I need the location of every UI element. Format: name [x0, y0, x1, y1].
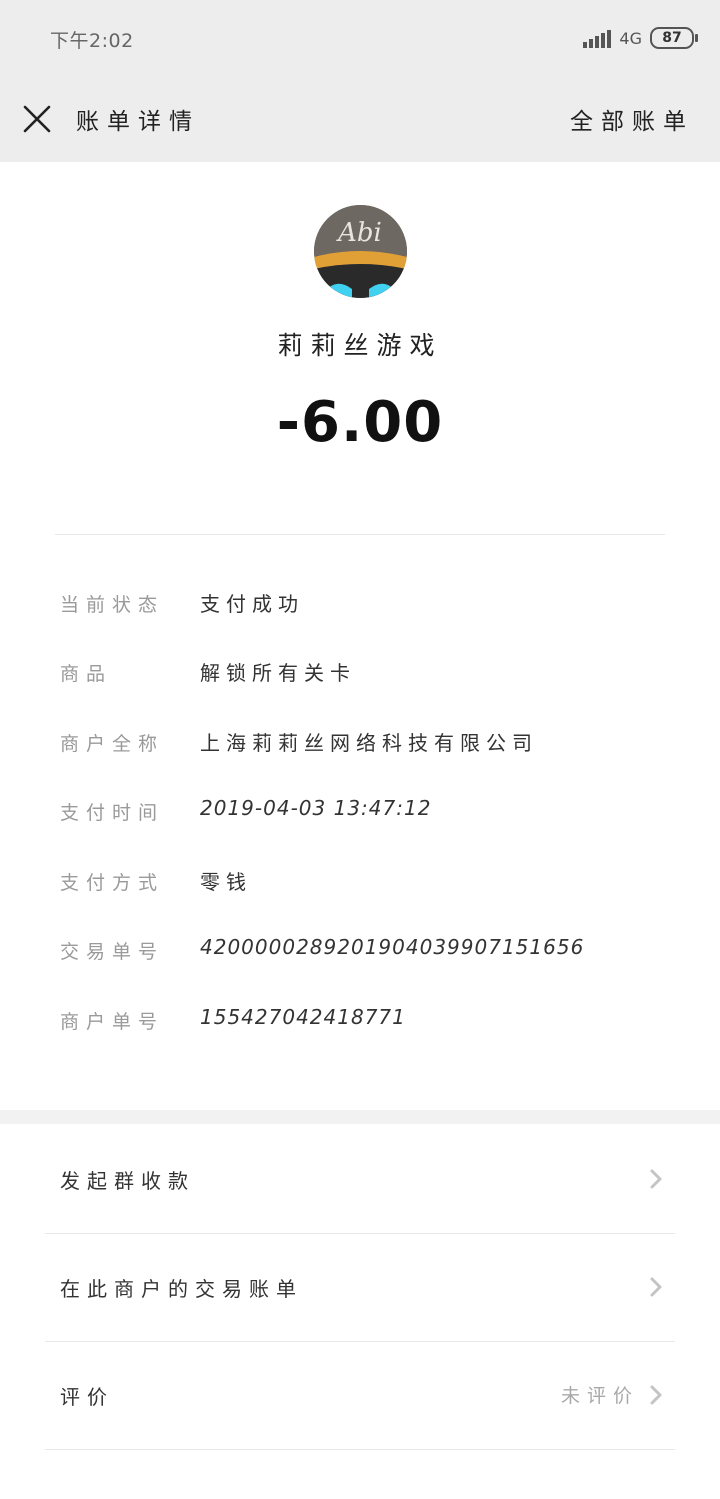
- rate-button[interactable]: 评价 未评价: [45, 1341, 675, 1450]
- detail-label: 支付时间: [60, 802, 165, 824]
- detail-value: 支付成功: [200, 592, 304, 616]
- avatar-logo-text: Abi: [336, 218, 382, 248]
- detail-value: 解锁所有关卡: [200, 661, 356, 685]
- chevron-right-icon: [650, 1277, 662, 1297]
- status-time: 下午2:02: [50, 30, 134, 52]
- detail-row-transaction-id: 交易单号 4200000289201904039907151656: [0, 929, 720, 969]
- detail-row-product: 商品 解锁所有关卡: [0, 651, 720, 691]
- detail-row-status: 当前状态 支付成功: [0, 582, 720, 622]
- transaction-amount: -6.00: [276, 390, 444, 455]
- detail-value[interactable]: 155427042418771: [200, 1005, 406, 1029]
- chevron-right-icon: [650, 1385, 662, 1405]
- section-gap: [0, 1110, 720, 1124]
- detail-label: 商户单号: [60, 1011, 165, 1033]
- detail-label: 商户全称: [60, 733, 165, 755]
- detail-label: 商品: [60, 663, 113, 685]
- status-bar: 下午2:02 4G 87: [0, 0, 720, 78]
- rating-status: 未评价: [560, 1385, 639, 1407]
- close-icon[interactable]: [22, 104, 52, 134]
- group-collect-button[interactable]: 发起群收款: [45, 1125, 675, 1234]
- action-label: 发起群收款: [60, 1169, 195, 1193]
- merchant-name: 莉莉丝游戏: [277, 331, 443, 360]
- detail-value[interactable]: 4200000289201904039907151656: [200, 935, 584, 959]
- detail-row-merchant-fullname: 商户全称 上海莉莉丝网络科技有限公司: [0, 721, 720, 761]
- chevron-right-icon: [650, 1169, 662, 1189]
- detail-label: 当前状态: [60, 594, 165, 616]
- detail-value: 上海莉莉丝网络科技有限公司: [200, 731, 538, 755]
- action-label: 在此商户的交易账单: [60, 1277, 303, 1301]
- detail-row-pay-method: 支付方式 零钱: [0, 860, 720, 900]
- merchant-transactions-button[interactable]: 在此商户的交易账单: [45, 1233, 675, 1342]
- action-label: 评价: [60, 1385, 114, 1409]
- network-type: 4G: [619, 28, 642, 48]
- top-nav-bar: 账单详情 全部账单: [0, 78, 720, 162]
- detail-value: 2019-04-03 13:47:12: [200, 796, 432, 820]
- divider: [55, 534, 665, 535]
- merchant-avatar: Abi: [314, 205, 407, 298]
- detail-row-pay-time: 支付时间 2019-04-03 13:47:12: [0, 790, 720, 830]
- status-indicators: 4G 87: [583, 26, 698, 50]
- detail-label: 支付方式: [60, 872, 165, 894]
- battery-icon: 87: [650, 27, 698, 49]
- page-title: 账单详情: [76, 109, 200, 135]
- signal-icon: [583, 28, 612, 48]
- detail-value: 零钱: [200, 870, 252, 894]
- detail-label: 交易单号: [60, 941, 165, 963]
- all-bills-button[interactable]: 全部账单: [570, 102, 694, 136]
- detail-row-merchant-order-id: 商户单号 155427042418771: [0, 999, 720, 1039]
- battery-level: 87: [662, 30, 682, 46]
